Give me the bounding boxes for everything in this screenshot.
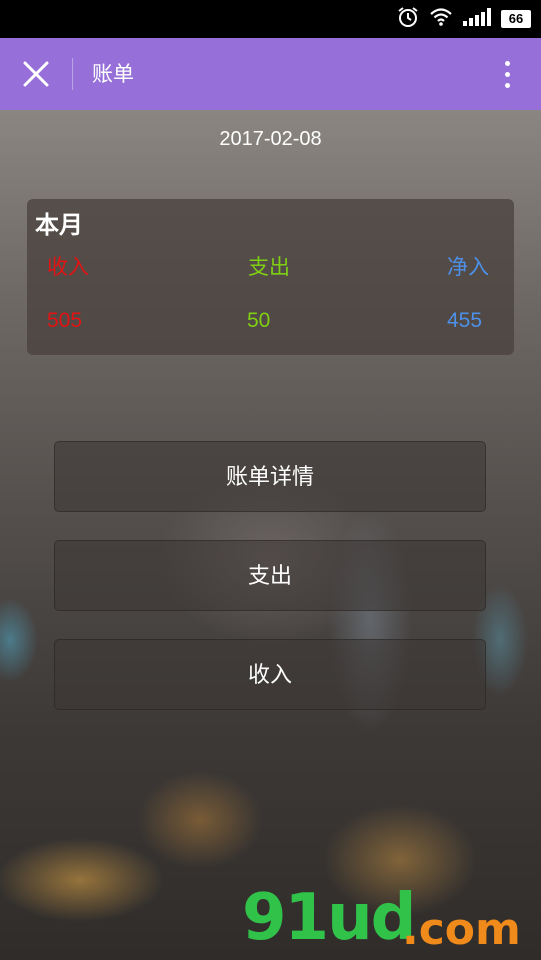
income-button[interactable]: 收入 — [54, 639, 486, 710]
income-value: 505 — [47, 309, 83, 332]
more-vertical-icon — [504, 60, 510, 66]
status-icons: 66 — [397, 7, 531, 31]
battery-indicator: 66 — [501, 10, 531, 28]
close-icon — [23, 61, 49, 87]
app-bar: 账单 — [0, 38, 541, 110]
expense-button[interactable]: 支出 — [54, 540, 486, 611]
more-vertical-icon-dot — [504, 82, 510, 88]
more-vertical-icon-dot — [504, 71, 510, 77]
net-value: 455 — [447, 309, 483, 332]
summary-title: 本月 — [35, 211, 83, 239]
status-bar: 66 — [0, 0, 541, 38]
monthly-summary-card: 本月 收入 支出 净入 505 50 455 — [27, 199, 514, 355]
page-title: 账单 — [92, 62, 134, 86]
app-bar-divider — [72, 58, 73, 90]
current-date: 2017-02-08 — [219, 128, 322, 150]
expense-value: 50 — [247, 309, 271, 332]
watermark-main: 91ud — [242, 881, 416, 955]
expense-label: 支出 — [248, 255, 290, 279]
watermark-sub: .com — [402, 904, 521, 955]
signal-icon — [463, 8, 491, 30]
wifi-icon — [429, 7, 453, 31]
close-button[interactable] — [14, 52, 58, 96]
watermark-logo: 91ud .com — [242, 880, 532, 956]
alarm-icon — [397, 6, 419, 32]
more-options-button[interactable] — [487, 54, 527, 94]
income-label: 收入 — [47, 255, 89, 279]
net-label: 净入 — [447, 255, 489, 279]
bill-details-button[interactable]: 账单详情 — [54, 441, 486, 512]
